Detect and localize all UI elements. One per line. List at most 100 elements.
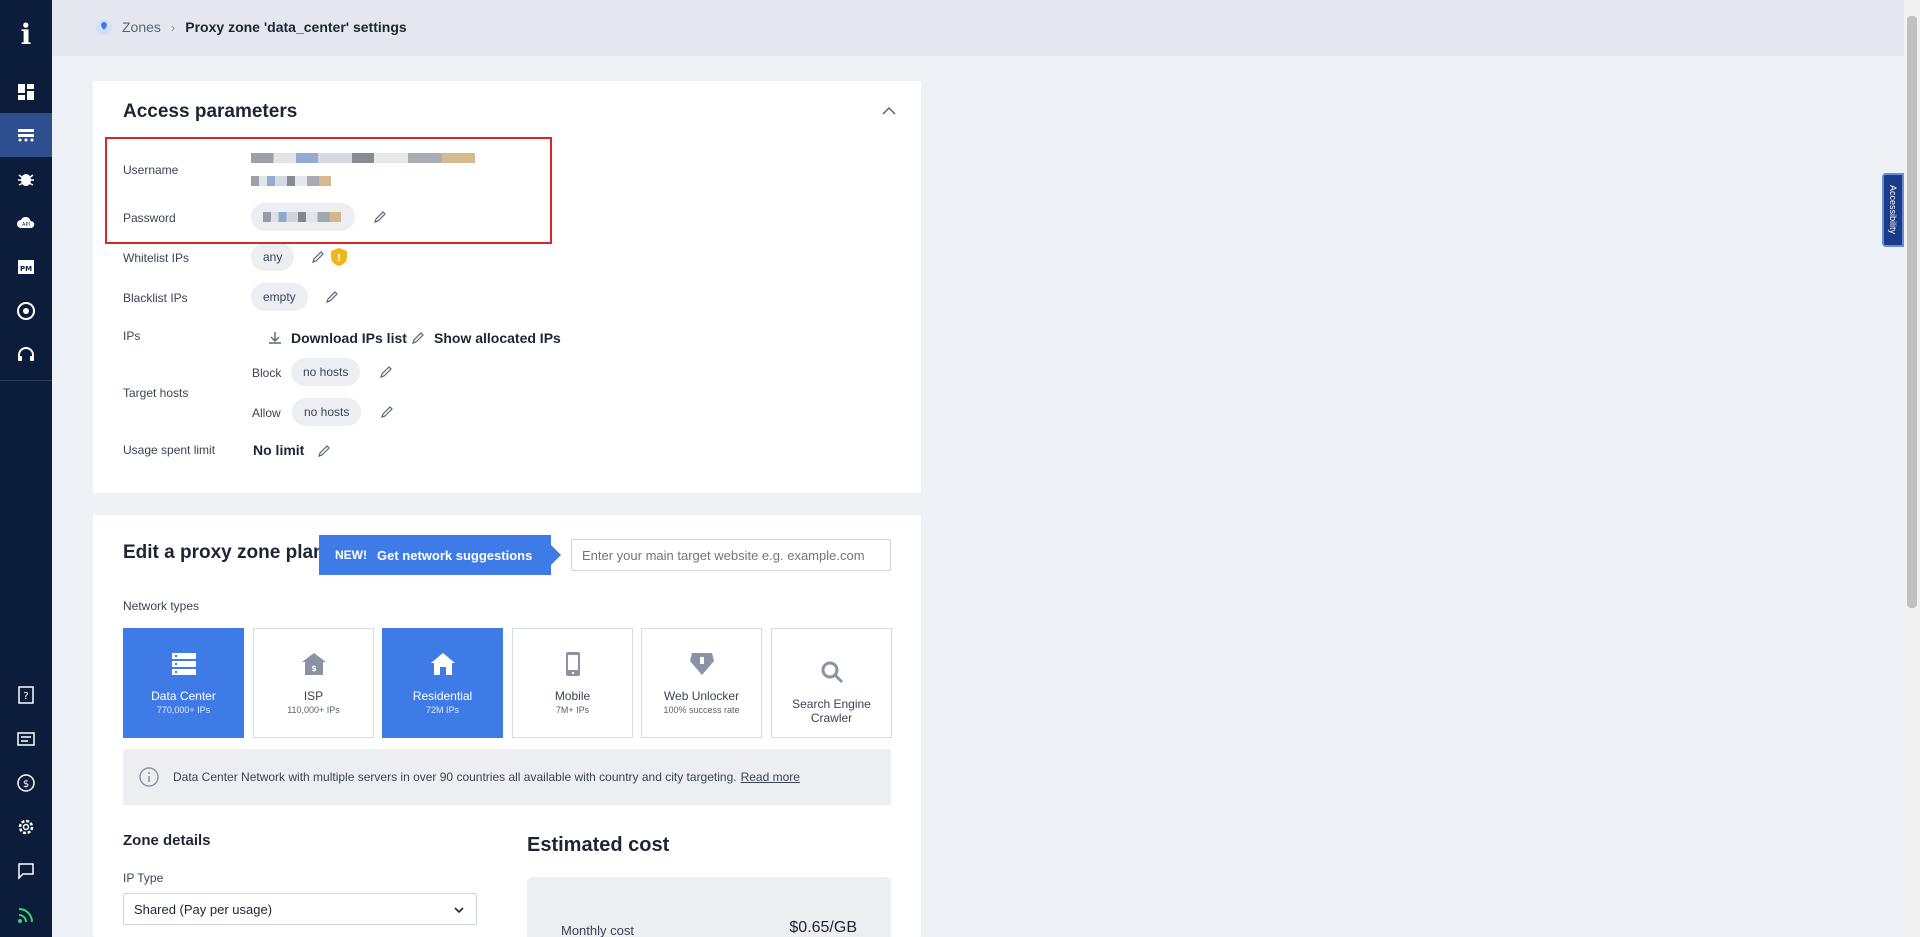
target-hosts-label: Target hosts: [123, 386, 189, 400]
svg-text:$: $: [311, 664, 317, 673]
sidebar-item-browser[interactable]: [0, 289, 52, 333]
server-icon: [171, 653, 196, 675]
rss-icon: [18, 908, 33, 923]
proxy-network-icon: [18, 129, 34, 142]
svg-text:API: API: [22, 222, 30, 228]
location-pin-icon: [96, 19, 112, 35]
network-info-bar: Data Center Network with multiple server…: [123, 749, 891, 805]
blacklist-pill[interactable]: empty: [251, 283, 308, 311]
sidebar: i API PM ? $: [0, 0, 52, 937]
logo[interactable]: i: [0, 18, 52, 51]
svg-text:?: ?: [23, 691, 28, 702]
tile-name: Data Center: [151, 689, 216, 703]
tile-subtitle: 770,000+ IPs: [156, 705, 211, 715]
download-ips-link[interactable]: Download IPs list: [291, 330, 407, 346]
edit-plan-title: Edit a proxy zone plan: [123, 542, 325, 563]
ip-type-select[interactable]: Shared (Pay per usage): [123, 893, 477, 925]
edit-allow-hosts-icon[interactable]: [380, 405, 394, 419]
info-text: Data Center Network with multiple server…: [173, 770, 800, 784]
allow-hosts-pill[interactable]: no hosts: [292, 398, 362, 426]
sidebar-item-api[interactable]: API: [0, 201, 52, 245]
tile-name: Residential: [412, 689, 473, 703]
whitelist-pill[interactable]: any: [251, 243, 295, 271]
tile-subtitle: 100% success rate: [663, 705, 740, 715]
sidebar-item-tickets[interactable]: [0, 717, 52, 761]
sidebar-item-dashboard[interactable]: [0, 70, 52, 114]
headset-icon: [18, 347, 34, 361]
breadcrumb-chevron-icon: ›: [170, 19, 176, 35]
bug-icon: [18, 174, 34, 186]
edit-plan-card: Edit a proxy zone plan NEW! Get network …: [93, 515, 921, 937]
house-icon: [430, 653, 455, 675]
tile-mobile[interactable]: Mobile 7M+ IPs: [512, 628, 633, 738]
sidebar-item-proxy-manager[interactable]: PM: [0, 245, 52, 289]
info-icon: [139, 767, 159, 787]
ip-type-value: Shared (Pay per usage): [134, 901, 273, 917]
download-icon[interactable]: [267, 330, 283, 346]
sidebar-item-scraper[interactable]: [0, 157, 52, 201]
warning-shield-icon[interactable]: !: [331, 248, 347, 266]
sidebar-item-settings[interactable]: [0, 805, 52, 849]
tile-subtitle: 72M IPs: [425, 705, 459, 715]
blacklist-label: Blacklist IPs: [123, 291, 188, 305]
tile-web-unlocker[interactable]: Web Unlocker 100% success rate: [641, 628, 762, 738]
breadcrumb: Zones › Proxy zone 'data_center' setting…: [96, 19, 407, 35]
sidebar-divider: [0, 380, 52, 381]
sidebar-item-support[interactable]: [0, 333, 52, 377]
unlocker-icon: [689, 653, 714, 675]
accessibility-tab[interactable]: Accessibility: [1882, 173, 1904, 247]
svg-text:$: $: [23, 779, 29, 790]
isp-house-icon: $: [301, 653, 326, 675]
page-title: Proxy zone 'data_center' settings: [185, 19, 407, 35]
target-website-input[interactable]: [571, 539, 891, 571]
monthly-cost-value: $0.65/GB: [789, 919, 857, 936]
svg-text:PM: PM: [20, 265, 32, 273]
tile-name: Search Engine Crawler: [792, 697, 871, 725]
show-allocated-ips-link[interactable]: Show allocated IPs: [434, 330, 561, 346]
tile-data-center[interactable]: Data Center 770,000+ IPs: [123, 628, 244, 738]
edit-blacklist-icon[interactable]: [325, 290, 339, 304]
pm-icon: PM: [18, 260, 34, 274]
allow-label: Allow: [252, 406, 281, 420]
edit-block-hosts-icon[interactable]: [379, 365, 393, 379]
cloud-api-icon: API: [17, 216, 35, 228]
gear-icon: [18, 819, 34, 835]
collapse-chevron-icon[interactable]: [879, 101, 899, 121]
tile-name: Web Unlocker: [663, 689, 740, 703]
sidebar-item-feed[interactable]: [0, 893, 52, 937]
network-suggestions-button[interactable]: NEW! Get network suggestions: [319, 535, 561, 575]
read-more-link[interactable]: Read more: [741, 770, 800, 784]
network-types-label: Network types: [123, 599, 200, 613]
edit-usage-limit-icon[interactable]: [317, 444, 331, 458]
ip-type-label: IP Type: [123, 871, 164, 885]
block-hosts-pill[interactable]: no hosts: [291, 358, 361, 386]
network-suggestions-label: Get network suggestions: [377, 547, 533, 563]
sidebar-item-chat[interactable]: [0, 849, 52, 893]
edit-whitelist-icon[interactable]: [311, 250, 325, 264]
dashboard-icon: [18, 84, 34, 100]
tile-isp[interactable]: $ ISP 110,000+ IPs: [253, 628, 374, 738]
tile-residential[interactable]: Residential 72M IPs: [382, 628, 503, 738]
sidebar-item-billing[interactable]: $: [0, 761, 52, 805]
highlight-box: [105, 137, 552, 244]
chrome-icon: [17, 302, 35, 320]
sidebar-item-proxies[interactable]: [0, 113, 52, 157]
scrollbar-thumb[interactable]: [1907, 16, 1917, 608]
breadcrumb-zones-link[interactable]: Zones: [122, 19, 161, 35]
estimated-cost-panel: Monthly cost $0.65/GB: [527, 877, 891, 937]
tile-search-engine-crawler[interactable]: Search Engine Crawler: [771, 628, 892, 738]
mobile-icon: [565, 652, 580, 676]
tile-name: ISP: [303, 689, 324, 703]
new-tag: NEW!: [335, 548, 367, 562]
sidebar-item-help[interactable]: ?: [0, 673, 52, 717]
dollar-icon: $: [17, 774, 35, 792]
whitelist-label: Whitelist IPs: [123, 251, 190, 265]
estimated-cost-title: Estimated cost: [527, 834, 670, 856]
edit-ips-icon[interactable]: [411, 331, 425, 345]
usage-limit-label: Usage spent limit: [123, 443, 216, 457]
tile-subtitle: 110,000+ IPs: [287, 705, 340, 715]
ticket-icon: [17, 732, 35, 746]
info-description: Data Center Network with multiple server…: [173, 770, 737, 784]
usage-limit-value: No limit: [253, 442, 305, 458]
chat-icon: [18, 863, 34, 880]
